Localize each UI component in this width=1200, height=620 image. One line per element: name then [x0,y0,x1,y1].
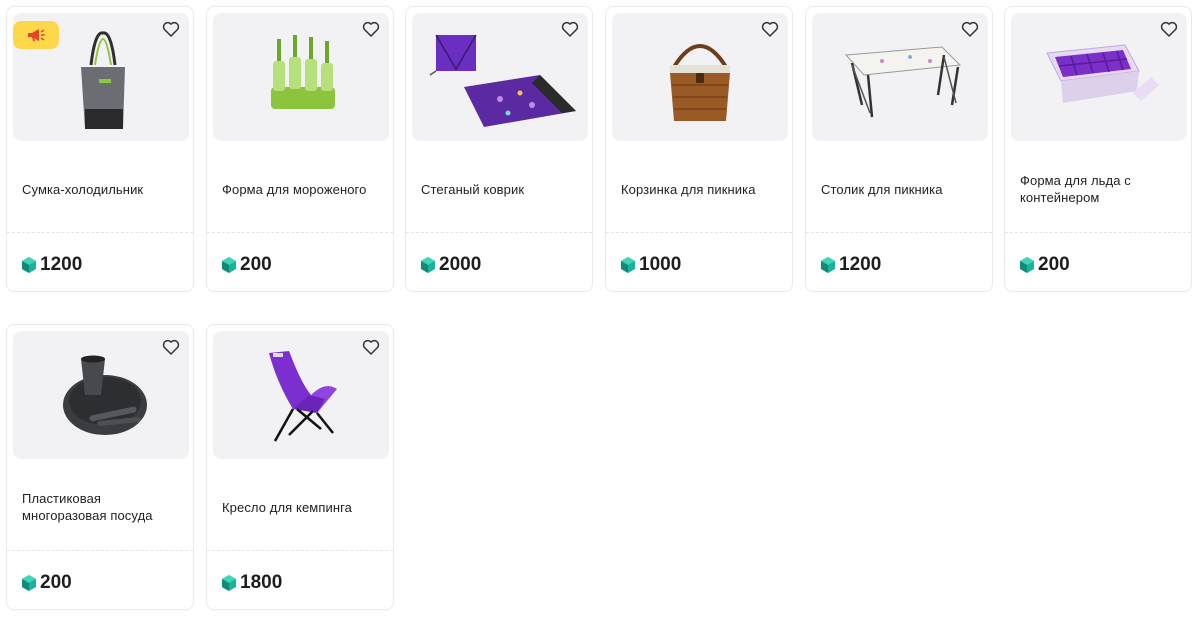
price-value: 200 [1038,254,1070,275]
product-price: 200 [22,571,72,595]
product-title[interactable]: Корзинка для пикника [621,149,780,229]
product-card[interactable]: Форма для мороженого 200 [206,6,394,292]
heart-outline-icon[interactable] [161,19,181,39]
product-price: 1200 [821,253,881,277]
product-card[interactable]: Форма для льда с контейнером 200 [1004,6,1192,292]
gem-coin-icon [222,575,236,591]
product-card[interactable]: Корзинка для пикника 1000 [605,6,793,292]
heart-outline-icon[interactable] [960,19,980,39]
product-price: 1000 [621,253,681,277]
price-value: 1000 [639,254,682,275]
product-price: 200 [1020,253,1070,277]
card-divider [7,232,193,233]
card-divider [806,232,992,233]
product-price: 1800 [222,571,282,595]
card-divider [7,550,193,551]
product-card[interactable]: Столик для пикника 1200 [805,6,993,292]
gem-coin-icon [22,575,36,591]
product-title[interactable]: Столик для пикника [821,149,980,229]
heart-outline-icon[interactable] [1159,19,1179,39]
product-title[interactable]: Кресло для кемпинга [222,467,381,547]
card-divider [207,232,393,233]
heart-outline-icon[interactable] [560,19,580,39]
product-title[interactable]: Форма для мороженого [222,149,381,229]
gem-coin-icon [821,257,835,273]
heart-outline-icon[interactable] [161,337,181,357]
product-grid: Сумка-холодильник 1200 Форма для морожен… [0,0,1200,620]
gem-coin-icon [421,257,435,273]
product-title[interactable]: Форма для льда с контейнером [1020,149,1179,229]
product-price: 200 [222,253,272,277]
promo-badge [13,21,59,49]
heart-outline-icon[interactable] [760,19,780,39]
megaphone-icon [28,29,45,41]
gem-coin-icon [22,257,36,273]
price-value: 2000 [439,254,482,275]
product-price: 2000 [421,253,481,277]
product-card[interactable]: Сумка-холодильник 1200 [6,6,194,292]
heart-outline-icon[interactable] [361,337,381,357]
card-divider [207,550,393,551]
product-card[interactable]: Кресло для кемпинга 1800 [206,324,394,610]
price-value: 1200 [839,254,882,275]
gem-coin-icon [222,257,236,273]
card-divider [1005,232,1191,233]
product-title[interactable]: Сумка-холодильник [22,149,181,229]
price-value: 1800 [240,572,283,593]
product-card[interactable]: Стеганый коврик 2000 [405,6,593,292]
gem-coin-icon [621,257,635,273]
card-divider [406,232,592,233]
product-title[interactable]: Стеганый коврик [421,149,580,229]
price-value: 200 [40,572,72,593]
product-title[interactable]: Пластиковая многоразовая посуда [22,467,181,547]
product-card[interactable]: Пластиковая многоразовая посуда 200 [6,324,194,610]
price-value: 1200 [40,254,83,275]
card-divider [606,232,792,233]
heart-outline-icon[interactable] [361,19,381,39]
gem-coin-icon [1020,257,1034,273]
product-price: 1200 [22,253,82,277]
price-value: 200 [240,254,272,275]
